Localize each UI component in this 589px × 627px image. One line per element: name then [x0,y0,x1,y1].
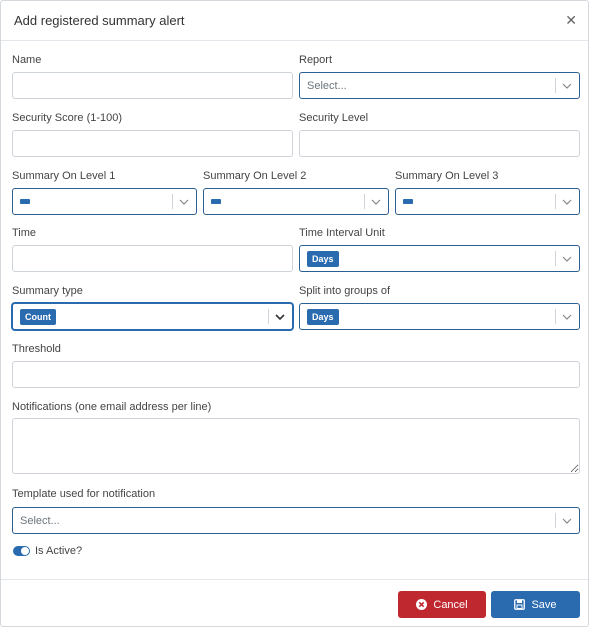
save-label: Save [531,598,557,611]
summary-type-tag: Count [20,309,56,325]
select-separator [268,309,269,324]
report-placeholder: Select... [307,80,347,92]
selected-tag [403,199,413,204]
summary-level3-select[interactable] [395,188,580,215]
time-interval-unit-select[interactable]: Days [299,245,580,272]
notifications-textarea[interactable] [12,418,580,474]
summary-type-label: Summary type [12,285,83,297]
selected-tag [211,199,221,204]
summary-level1-label: Summary On Level 1 [12,170,116,182]
select-separator [364,194,365,209]
save-disk-icon [514,599,526,610]
time-interval-unit-tag: Days [307,251,339,267]
summary-level3-label: Summary On Level 3 [395,170,499,182]
chevron-down-icon[interactable] [176,192,192,211]
security-score-label: Security Score (1-100) [12,112,123,124]
security-level-label: Security Level [299,112,369,124]
select-separator [555,309,556,324]
modal-title: Add registered summary alert [14,13,185,28]
chevron-down-icon[interactable] [559,76,575,95]
is-active-label: Is Active? [35,545,83,557]
modal-dialog: Add registered summary alert ✕ Name Repo… [0,0,589,627]
chevron-down-icon[interactable] [559,307,575,326]
template-select[interactable]: Select... [12,507,580,534]
summary-level1-select[interactable] [12,188,197,215]
chevron-down-icon[interactable] [368,192,384,211]
split-groups-label: Split into groups of [299,285,391,297]
chevron-down-icon[interactable] [559,192,575,211]
threshold-input[interactable] [12,361,580,388]
chevron-down-icon[interactable] [272,307,288,326]
toggle-knob [21,547,29,555]
report-label: Report [299,54,333,66]
cancel-label: Cancel [433,598,468,611]
name-input[interactable] [12,72,293,99]
modal-header: Add registered summary alert ✕ [1,1,588,41]
selected-tag [20,199,30,204]
template-placeholder: Select... [20,515,60,527]
cancel-circle-icon [416,599,428,610]
notifications-label: Notifications (one email address per lin… [12,401,212,413]
summary-level2-select[interactable] [203,188,389,215]
select-separator [172,194,173,209]
close-icon[interactable]: ✕ [565,12,577,29]
summary-type-select[interactable]: Count [12,303,293,330]
time-input[interactable] [12,245,293,272]
summary-level2-label: Summary On Level 2 [203,170,307,182]
security-level-input[interactable] [299,130,580,157]
template-label: Template used for notification [12,488,156,500]
chevron-down-icon[interactable] [559,511,575,530]
cancel-button[interactable]: Cancel [398,591,486,618]
time-label: Time [12,227,37,239]
split-groups-tag: Days [307,309,339,325]
select-separator [555,194,556,209]
select-separator [555,513,556,528]
threshold-label: Threshold [12,343,61,355]
chevron-down-icon[interactable] [559,249,575,268]
is-active-toggle[interactable] [13,546,30,556]
select-separator [555,251,556,266]
split-groups-select[interactable]: Days [299,303,580,330]
name-label: Name [12,54,42,66]
time-interval-unit-label: Time Interval Unit [299,227,385,239]
save-button[interactable]: Save [491,591,580,618]
select-separator [555,78,556,93]
report-select[interactable]: Select... [299,72,580,99]
security-score-input[interactable] [12,130,293,157]
